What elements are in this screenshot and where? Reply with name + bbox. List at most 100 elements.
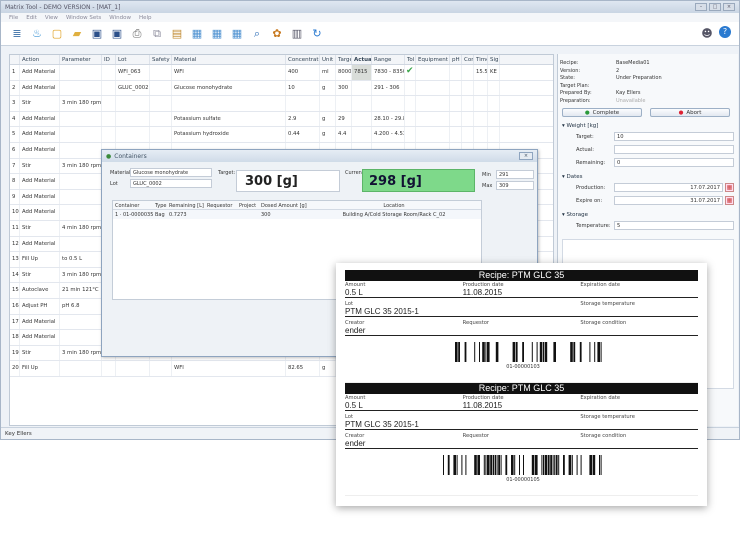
check-icon: ● <box>584 109 590 116</box>
close-button[interactable]: × <box>723 3 735 11</box>
barcode-bar <box>483 455 485 475</box>
menu-edit[interactable]: Edit <box>26 15 37 21</box>
list-icon[interactable]: ≣ <box>9 26 25 42</box>
col-location[interactable]: Location <box>309 201 479 209</box>
production-date-field[interactable]: 17.07.2017 <box>614 183 723 192</box>
storage-section[interactable]: ▾ Storage <box>562 212 734 218</box>
flask-icon[interactable]: ♨ <box>29 26 45 42</box>
open-folder-icon[interactable]: ▰ <box>69 26 85 42</box>
max-field[interactable]: 309 <box>496 181 534 190</box>
cell-actual <box>352 80 372 96</box>
abort-button[interactable]: ● Abort <box>650 108 730 117</box>
chart-icon[interactable]: ▥ <box>289 26 305 42</box>
col-range[interactable]: Range <box>372 55 405 64</box>
min-field[interactable]: 291 <box>496 170 534 179</box>
col-project[interactable]: Project <box>237 201 259 209</box>
col-actual[interactable]: Actual <box>352 55 372 64</box>
preparation-select[interactable]: Unavailable <box>616 98 645 106</box>
cell-concentration: 82.65 <box>286 361 320 376</box>
container-row[interactable]: 1 · 01-00000351 Bag 0.7273 300 Building … <box>113 210 481 219</box>
paste-icon[interactable]: ▤ <box>169 26 185 42</box>
cell-action: Autoclave <box>20 283 60 298</box>
barcode-bar <box>455 342 458 362</box>
cell-concentration: 10 <box>286 80 320 96</box>
lot-field[interactable]: GLUC_0002 <box>130 179 212 188</box>
weight-remaining-field[interactable]: 0 <box>614 158 734 167</box>
col-tol[interactable]: Tol <box>405 55 416 64</box>
min-label: Min <box>482 172 491 178</box>
calendar-icon[interactable]: ▦ <box>725 183 734 192</box>
save-all-icon[interactable]: ▣ <box>109 26 125 42</box>
col-sign[interactable]: Sign <box>488 55 500 64</box>
calendar-icon[interactable]: ▦ <box>725 196 734 205</box>
table-row[interactable]: 5 Add Material Potassium hydroxide 0.44 g 4.4… <box>10 127 553 143</box>
menu-window[interactable]: Window <box>109 15 131 21</box>
barcode-bar <box>531 455 535 475</box>
col-safety[interactable]: Safety <box>150 55 172 64</box>
col-dosed-amount[interactable]: Dosed Amount [g] <box>259 201 309 209</box>
cell-sign <box>488 111 500 127</box>
dialog-close-button[interactable]: × <box>519 152 533 160</box>
col-type[interactable]: Type <box>153 201 167 209</box>
col-index <box>10 55 20 64</box>
table-row[interactable]: 4 Add Material Potassium sulfate 2.9 g 29 28.1… <box>10 111 553 128</box>
expire-label: Expire on: <box>576 197 603 204</box>
expiration-date-caption: Expiration date <box>580 282 621 288</box>
col-lot[interactable]: Lot <box>116 55 150 64</box>
search-icon[interactable]: ⌕ <box>249 26 265 42</box>
col-concentration[interactable]: Concentration <box>286 55 320 64</box>
save-icon[interactable]: ▣ <box>89 26 105 42</box>
table-row[interactable]: 2 Add Material GLUC_0002 Glucose monohydrat… <box>10 80 553 97</box>
temperature-field[interactable]: 5 <box>614 221 734 230</box>
maximize-button[interactable]: □ <box>709 3 721 11</box>
col-time[interactable]: Time <box>474 55 488 64</box>
col-id[interactable]: ID <box>102 55 116 64</box>
cell-com <box>462 96 474 111</box>
expire-date-field[interactable]: 31.07.2017 <box>614 196 723 205</box>
col-container[interactable]: Container <box>113 201 153 209</box>
cell-range: 7830 - 8350 <box>372 65 405 80</box>
table-remove-icon[interactable]: ▦ <box>229 26 245 42</box>
col-equipment[interactable]: Equipment <box>416 55 450 64</box>
menu-file[interactable]: File <box>9 15 18 21</box>
table-icon[interactable]: ▦ <box>189 26 205 42</box>
menu-help[interactable]: Help <box>139 15 152 21</box>
barcode-bar <box>552 455 554 475</box>
col-target[interactable]: Target <box>336 55 352 64</box>
cell-id <box>102 80 116 96</box>
col-ph[interactable]: pH <box>450 55 462 64</box>
table-row[interactable]: 3 Stir 3 min 180 rpm <box>10 96 553 112</box>
cell-action: Add Material <box>20 205 60 220</box>
weight-actual-field[interactable] <box>614 145 734 154</box>
complete-button[interactable]: ● Complete <box>562 108 642 117</box>
table-add-icon[interactable]: ▦ <box>209 26 225 42</box>
print-icon[interactable]: ⎙ <box>129 26 145 42</box>
col-material[interactable]: Material <box>172 55 286 64</box>
settings-icon[interactable]: ✿ <box>269 26 285 42</box>
barcode-bar <box>539 342 543 362</box>
refresh-icon[interactable]: ↻ <box>309 26 325 42</box>
col-parameter[interactable]: Parameter <box>60 55 102 64</box>
cell-row-index: 11 <box>10 220 20 236</box>
col-action[interactable]: Action <box>20 55 60 64</box>
menu-view[interactable]: View <box>45 15 58 21</box>
copy-icon[interactable]: ⧉ <box>149 26 165 42</box>
help-icon[interactable]: ? <box>719 25 731 38</box>
col-requestor[interactable]: Requestor <box>205 201 237 209</box>
cell-equipment <box>416 65 450 80</box>
table-row[interactable]: 1 Add Material WFI_063 WFI 400 ml 8000 7815 7830… <box>10 65 553 81</box>
dates-section[interactable]: ▾ Dates <box>562 174 734 180</box>
minimize-button[interactable]: – <box>695 3 707 11</box>
preparation-label: Preparation: <box>560 97 591 104</box>
material-field[interactable]: Glucose monohydrate <box>130 168 212 177</box>
users-icon[interactable]: ☻ <box>699 26 715 42</box>
menu-window-sets[interactable]: Window Sets <box>66 15 101 21</box>
col-com[interactable]: Com <box>462 55 474 64</box>
weight-section[interactable]: ▾ Weight [kg] <box>562 123 734 129</box>
new-document-icon[interactable]: ▢ <box>49 26 65 42</box>
col-remaining[interactable]: Remaining [L] <box>167 201 205 209</box>
version-value: 2 <box>616 67 620 74</box>
barcode-bar <box>600 342 602 362</box>
weight-target-field[interactable]: 10 <box>614 132 734 141</box>
col-unit[interactable]: Unit <box>320 55 336 64</box>
